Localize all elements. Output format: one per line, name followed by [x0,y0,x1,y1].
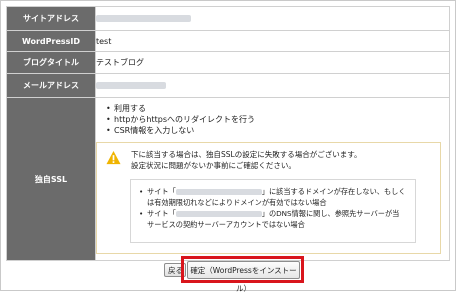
ssl-option-redirect: httpからhttpsへのリダイレクトを行う [106,114,449,125]
ssl-option-use: 利用する [106,103,449,114]
site-address-value [95,6,450,31]
blog-title-label: ブログタイトル [6,51,96,74]
wordpress-id-label: WordPressID [6,30,96,52]
install-confirm-panel: サイトアドレス WordPressID test ブログタイトル テストブログ … [0,0,456,293]
ssl-option-csr: CSR情報を入力しない [106,125,449,136]
email-label: メールアドレス [6,73,96,98]
warning-line-1: 下に該当する場合は、独自SSLの設定に失敗する場合がございます。 [131,150,362,159]
warning-icon [106,150,121,165]
redacted-email [96,82,166,89]
blog-title-value: テストブログ [95,51,450,74]
ssl-options-list: 利用する httpからhttpsへのリダイレクトを行う CSR情報を入力しない [96,103,449,136]
ssl-warning-box: 下に該当する場合は、独自SSLの設定に失敗する場合がございます。 設定状況に問題… [96,142,441,254]
redacted-site-address [96,15,191,22]
wordpress-id-value: test [95,30,450,52]
condition-item-2: サイト「」のDNS情報に関し、参照先サーバーが当 サービスの契約サーバーアカウン… [139,208,409,230]
warning-conditions-box: サイト「」に該当するドメインが存在しない、もしく は有効期限切れなどによりドメイ… [130,179,416,243]
redacted-site-1 [175,189,262,195]
highlight-outline [181,256,304,283]
ssl-settings: 利用する httpからhttpsへのリダイレクトを行う CSR情報を入力しない … [95,97,450,261]
warning-line-2: 設定状況に問題がないか事前にご確認ください。 [131,161,296,170]
redacted-site-2 [175,211,262,217]
email-value [95,73,450,98]
site-address-label: サイトアドレス [6,6,96,31]
settings-table: サイトアドレス WordPressID test ブログタイトル テストブログ … [6,6,450,261]
condition-item-1: サイト「」に該当するドメインが存在しない、もしく は有効期限切れなどによりドメイ… [139,186,409,208]
warning-message: 下に該当する場合は、独自SSLの設定に失敗する場合がございます。 設定状況に問題… [131,149,361,171]
ssl-label: 独自SSL [6,97,96,261]
